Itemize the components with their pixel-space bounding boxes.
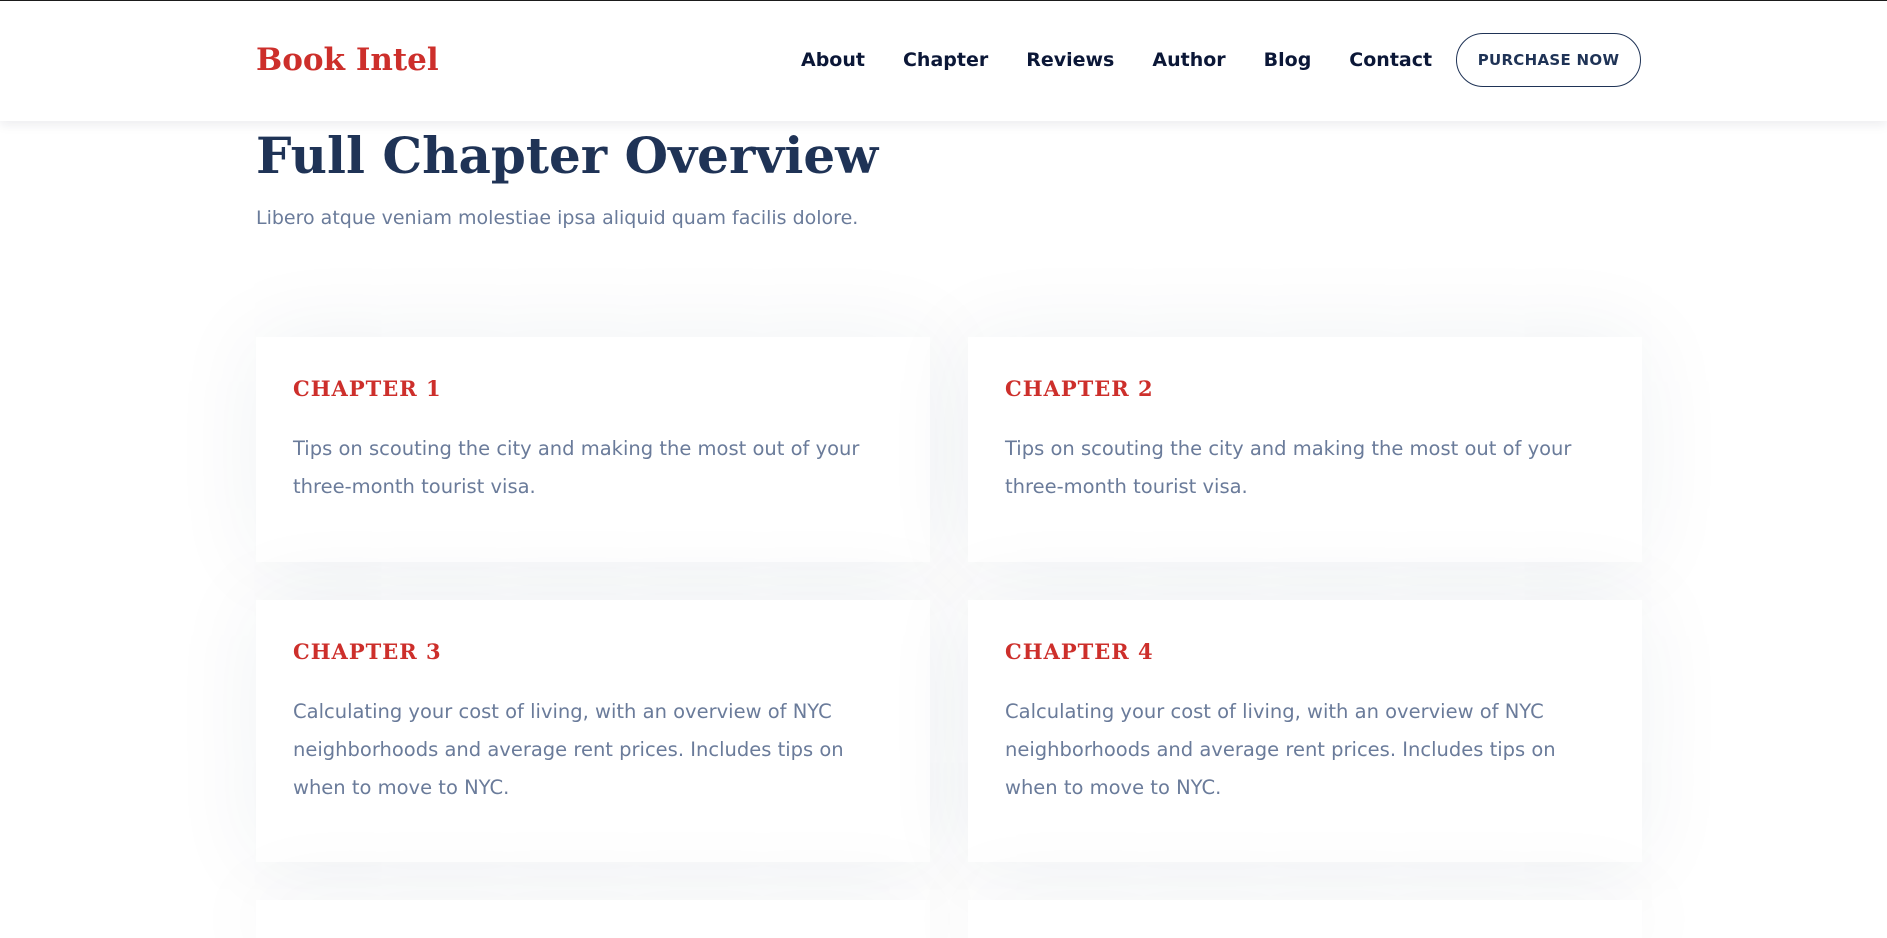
chapter-card-5-partial (256, 900, 930, 938)
chapter-card-4: CHAPTER 4 Calculating your cost of livin… (968, 600, 1642, 862)
chapter-card-title: CHAPTER 4 (1005, 639, 1154, 664)
chapter-card-2: CHAPTER 2 Tips on scouting the city and … (968, 337, 1642, 562)
brand-logo[interactable]: Book Intel (256, 41, 439, 79)
chapter-card-3: CHAPTER 3 Calculating your cost of livin… (256, 600, 930, 862)
nav-link-about[interactable]: About (801, 47, 865, 73)
top-border (0, 0, 1887, 1)
page-subtitle: Libero atque veniam molestiae ipsa aliqu… (256, 207, 859, 229)
page-title: Full Chapter Overview (256, 126, 879, 185)
chapter-card-1: CHAPTER 1 Tips on scouting the city and … (256, 337, 930, 562)
chapter-card-title: CHAPTER 1 (293, 376, 442, 401)
chapter-card-text: Calculating your cost of living, with an… (293, 700, 844, 799)
main-nav: About Chapter Reviews Author Blog Contac… (801, 47, 1432, 73)
nav-link-reviews[interactable]: Reviews (1026, 47, 1114, 73)
chapter-card-6-partial (968, 900, 1642, 938)
nav-link-author[interactable]: Author (1152, 47, 1225, 73)
chapter-card-title: CHAPTER 3 (293, 639, 442, 664)
purchase-now-button[interactable]: PURCHASE NOW (1456, 33, 1641, 87)
chapter-card-text: Calculating your cost of living, with an… (1005, 700, 1556, 799)
chapter-card-text: Tips on scouting the city and making the… (293, 437, 860, 498)
navbar: Book Intel About Chapter Reviews Author … (0, 1, 1887, 121)
chapter-card-text: Tips on scouting the city and making the… (1005, 437, 1572, 498)
nav-link-chapter[interactable]: Chapter (903, 47, 988, 73)
nav-link-blog[interactable]: Blog (1264, 47, 1312, 73)
chapter-card-title: CHAPTER 2 (1005, 376, 1154, 401)
nav-link-contact[interactable]: Contact (1349, 47, 1432, 73)
